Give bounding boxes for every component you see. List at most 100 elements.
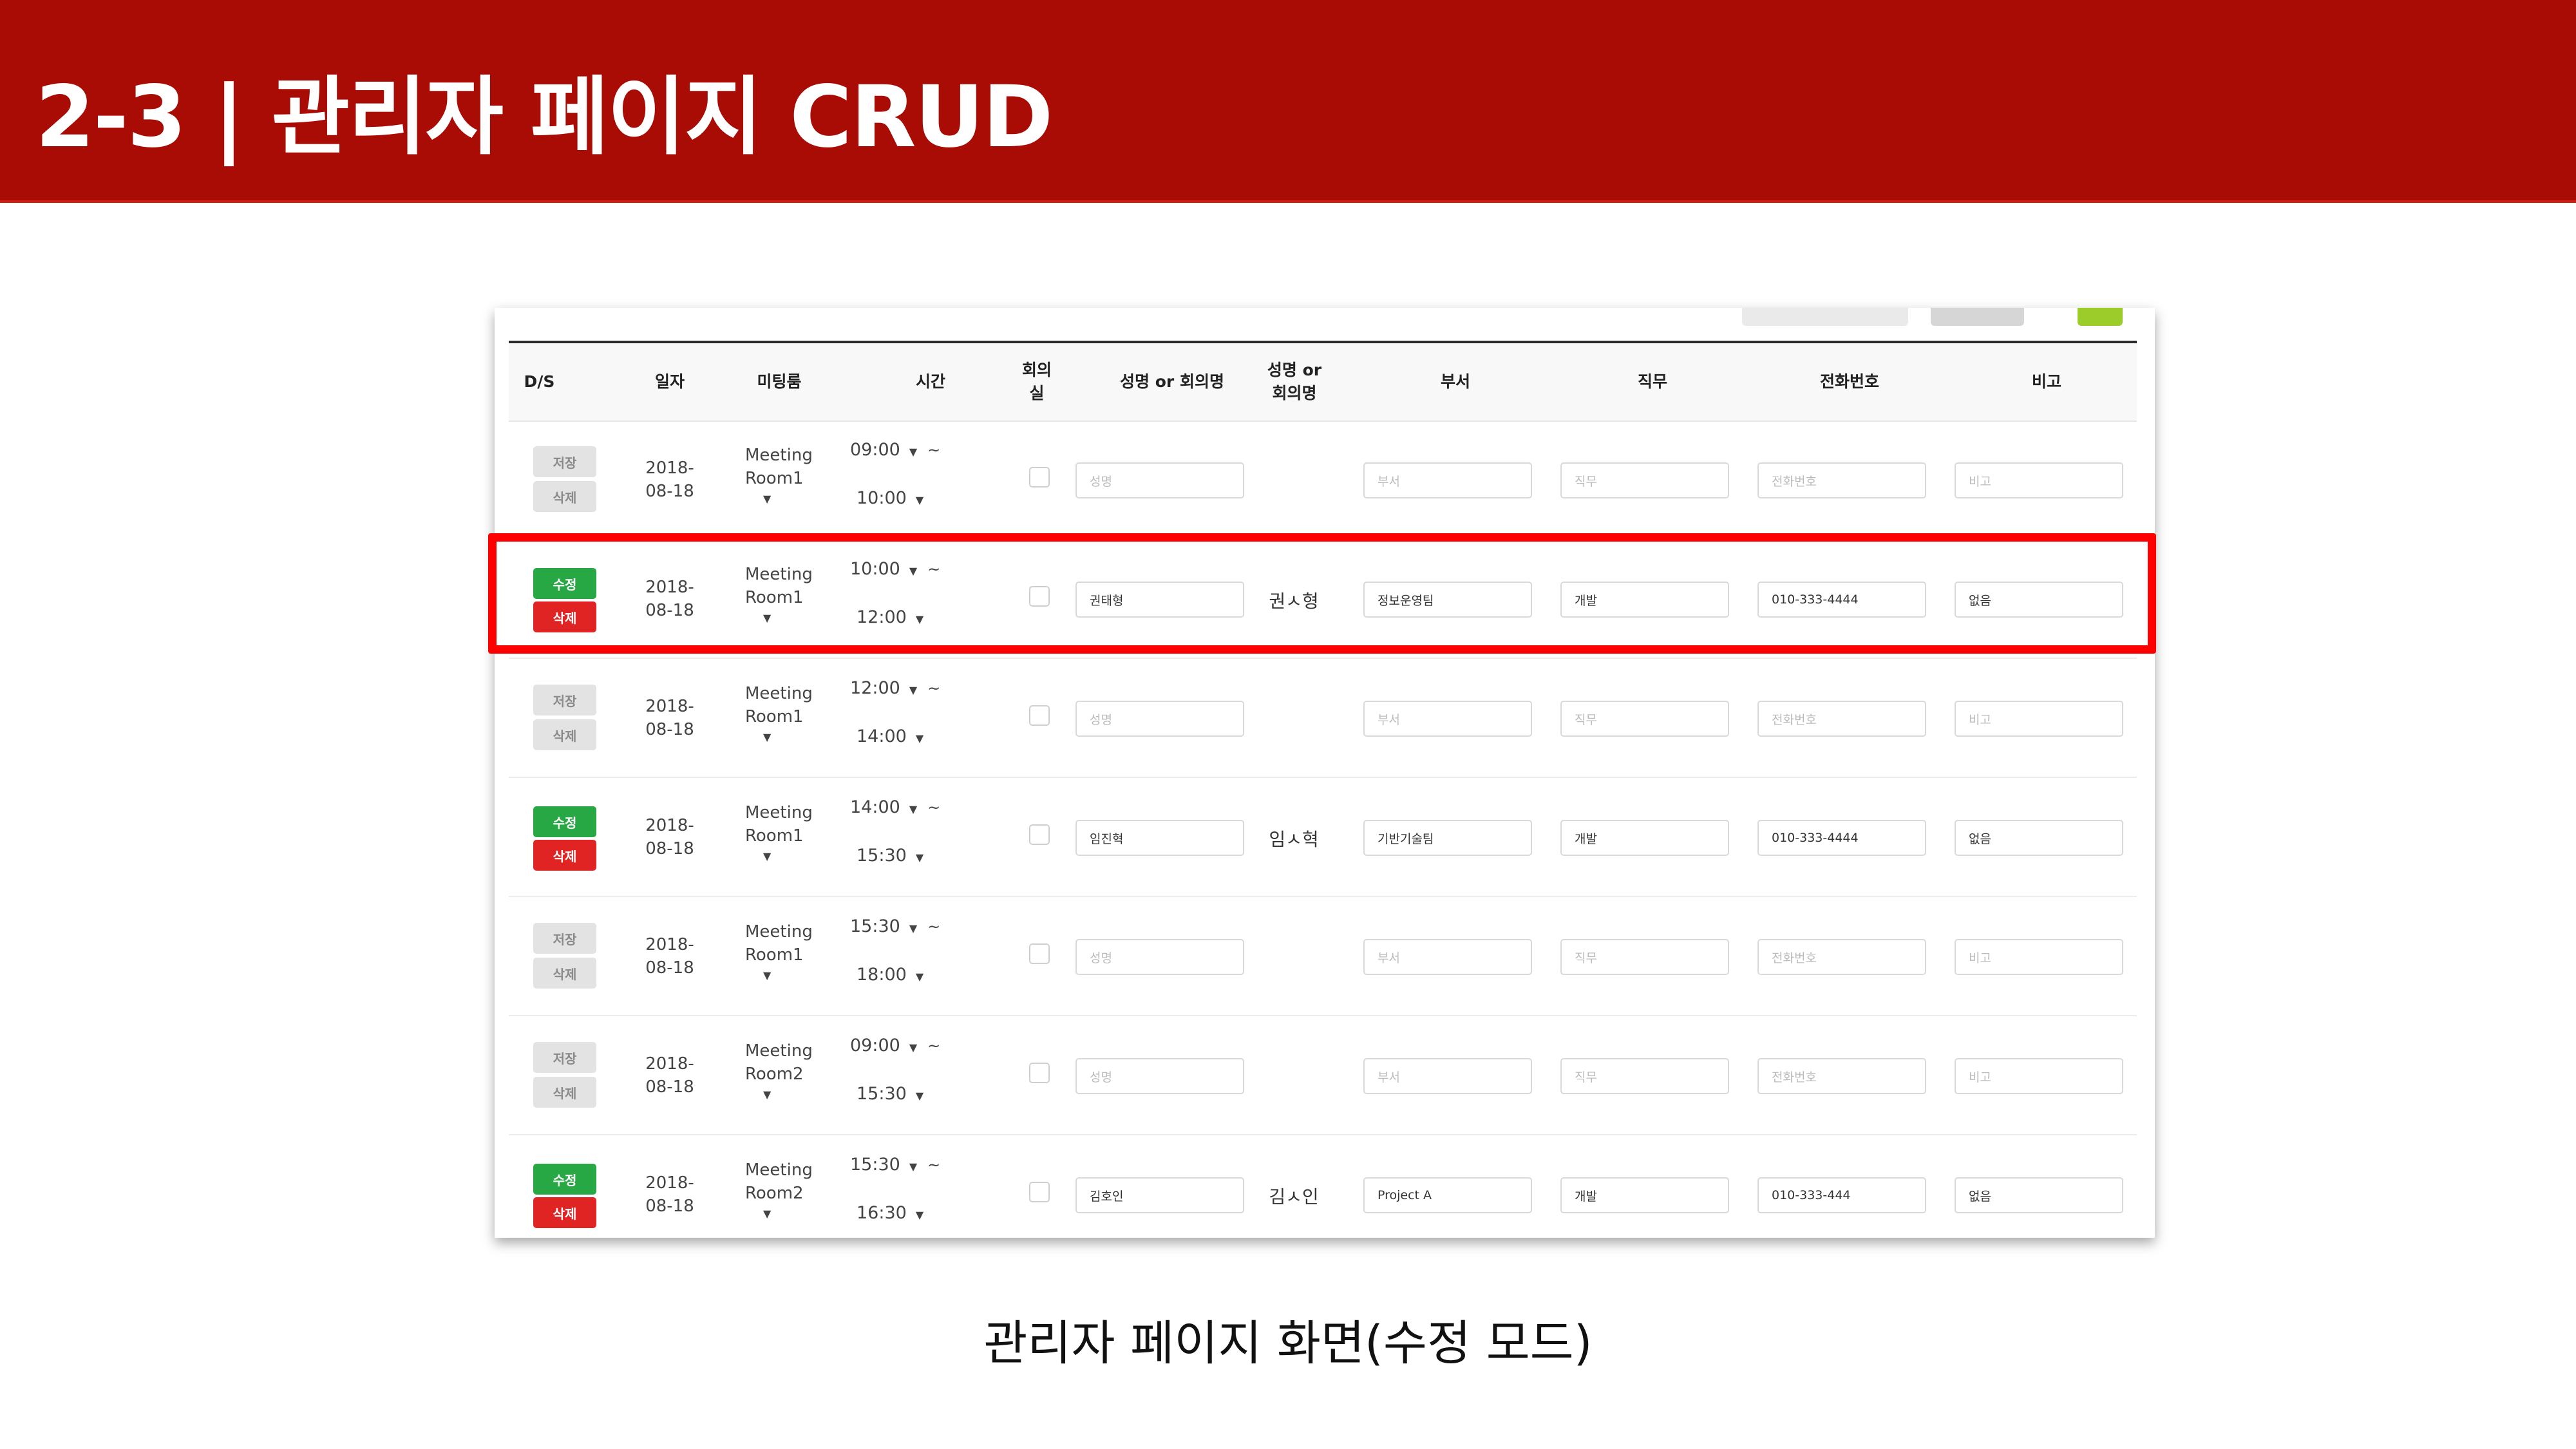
- name-input[interactable]: 성명: [1075, 1058, 1244, 1094]
- delete-button[interactable]: 삭제: [533, 1197, 596, 1228]
- end-time-select[interactable]: 16:30 ▼: [857, 1203, 923, 1223]
- edit-button[interactable]: 수정: [533, 1164, 596, 1195]
- note-input[interactable]: 비고: [1955, 939, 2123, 975]
- name-input[interactable]: 성명: [1075, 701, 1244, 737]
- chevron-down-icon: ▼: [763, 850, 772, 862]
- meeting-room-checkbox[interactable]: [1029, 943, 1050, 964]
- header-name: 성명 or 회의명: [1120, 372, 1224, 391]
- date-cell: 2018- 08-18: [638, 457, 702, 503]
- header-date: 일자: [654, 372, 685, 391]
- meeting-room-checkbox[interactable]: [1029, 467, 1050, 488]
- add-button[interactable]: [2078, 308, 2123, 326]
- title-bar: 2-3 | 관리자 페이지 CRUD: [0, 0, 2576, 203]
- meeting-room-checkbox[interactable]: [1029, 824, 1050, 845]
- dept-input[interactable]: 부서: [1363, 939, 1532, 975]
- chevron-down-icon: ▼: [909, 684, 918, 696]
- note-input[interactable]: 비고: [1955, 701, 2123, 737]
- phone-input[interactable]: 전화번호: [1757, 1058, 1926, 1094]
- date-picker[interactable]: [1742, 308, 1908, 326]
- display-name: 임ㅅ혁: [1269, 829, 1319, 850]
- delete-button[interactable]: 삭제: [533, 481, 596, 512]
- phone-input[interactable]: 010-333-4444: [1757, 820, 1926, 856]
- meeting-room-checkbox[interactable]: [1029, 1063, 1050, 1083]
- dept-input[interactable]: Project A: [1363, 1177, 1532, 1213]
- save-button[interactable]: 저장: [533, 685, 596, 715]
- room-select[interactable]: Meeting Room2 ▼: [745, 1159, 813, 1223]
- note-input[interactable]: 없음: [1955, 820, 2123, 856]
- name-input[interactable]: 김호인: [1075, 1177, 1244, 1213]
- dept-input[interactable]: 부서: [1363, 701, 1532, 737]
- name-input[interactable]: 임진혁: [1075, 820, 1244, 856]
- start-time: 12:00: [850, 678, 900, 698]
- save-button[interactable]: 저장: [533, 923, 596, 954]
- start-time: 15:30: [850, 916, 900, 936]
- slide-caption: 관리자 페이지 화면(수정 모드): [983, 1316, 1593, 1371]
- note-input[interactable]: 없음: [1955, 1177, 2123, 1213]
- date-day: 08-18: [645, 720, 694, 739]
- job-input[interactable]: 개발: [1560, 1177, 1729, 1213]
- job-input[interactable]: 개발: [1560, 820, 1729, 856]
- start-time-select[interactable]: 09:00 ▼ ~: [850, 1036, 940, 1056]
- header-note: 비고: [2031, 372, 2061, 391]
- name-input[interactable]: 성명: [1075, 939, 1244, 975]
- save-button[interactable]: 저장: [533, 1042, 596, 1073]
- room-select[interactable]: Meeting Room2 ▼: [745, 1039, 813, 1104]
- end-time-select[interactable]: 18:00 ▼: [857, 965, 923, 985]
- end-time: 15:30: [857, 1084, 907, 1104]
- header-meeting-room-line1: 회의: [1021, 361, 1052, 379]
- table-row: 저장 삭제 2018- 08-18 Meeting Room1 ▼ 12:00 ▼ ~14:00 ▼…: [509, 659, 2137, 778]
- tilde-separator: ~: [927, 799, 941, 817]
- dept-input[interactable]: 기반기술팀: [1363, 820, 1532, 856]
- name-input[interactable]: 성명: [1075, 462, 1244, 498]
- end-time-select[interactable]: 10:00 ▼: [857, 488, 923, 508]
- tilde-separator: ~: [927, 441, 941, 459]
- start-time-select[interactable]: 15:30 ▼ ~: [850, 916, 940, 936]
- job-input[interactable]: 직무: [1560, 462, 1729, 498]
- delete-button[interactable]: 삭제: [533, 958, 596, 989]
- start-time-select[interactable]: 15:30 ▼ ~: [850, 1155, 940, 1175]
- room-label-2: Room1: [745, 826, 804, 846]
- room-label-1: Meeting: [745, 922, 813, 942]
- job-input[interactable]: 직무: [1560, 1058, 1729, 1094]
- room-select[interactable]: Meeting Room1 ▼: [745, 920, 813, 985]
- phone-input[interactable]: 전화번호: [1757, 701, 1926, 737]
- start-time: 09:00: [850, 1036, 900, 1056]
- edit-button[interactable]: 수정: [533, 806, 596, 837]
- date-year: 2018-: [645, 1173, 694, 1193]
- note-input[interactable]: 비고: [1955, 462, 2123, 498]
- date-cell: 2018- 08-18: [638, 933, 702, 980]
- start-time-select[interactable]: 09:00 ▼ ~: [850, 440, 940, 460]
- end-time-select[interactable]: 15:30 ▼: [857, 1084, 923, 1104]
- delete-button[interactable]: 삭제: [533, 719, 596, 750]
- job-input[interactable]: 직무: [1560, 939, 1729, 975]
- view-toggle[interactable]: [1931, 308, 2024, 326]
- chevron-down-icon: ▼: [763, 731, 772, 743]
- chevron-down-icon: ▼: [763, 1088, 772, 1101]
- end-time-select[interactable]: 15:30 ▼: [857, 846, 923, 866]
- start-time-select[interactable]: 12:00 ▼ ~: [850, 678, 940, 698]
- date-day: 08-18: [645, 839, 694, 858]
- dept-input[interactable]: 부서: [1363, 1058, 1532, 1094]
- dept-input[interactable]: 부서: [1363, 462, 1532, 498]
- save-button[interactable]: 저장: [533, 446, 596, 477]
- end-time-select[interactable]: 14:00 ▼: [857, 726, 923, 746]
- meeting-room-checkbox[interactable]: [1029, 705, 1050, 726]
- note-input[interactable]: 비고: [1955, 1058, 2123, 1094]
- job-input[interactable]: 직무: [1560, 701, 1729, 737]
- room-select[interactable]: Meeting Room1 ▼: [745, 682, 813, 746]
- meeting-room-checkbox[interactable]: [1029, 1182, 1050, 1202]
- date-day: 08-18: [645, 958, 694, 978]
- table-row: 저장삭제 2018- 08-18 Meeting Room1 ▼ 09:00 ▼ ~ 10:00 ▼…: [509, 421, 2137, 540]
- chevron-down-icon: ▼: [909, 803, 918, 815]
- phone-input[interactable]: 전화번호: [1757, 939, 1926, 975]
- phone-input[interactable]: 010-333-444: [1757, 1177, 1926, 1213]
- chevron-down-icon: ▼: [915, 971, 924, 983]
- delete-button[interactable]: 삭제: [533, 1077, 596, 1108]
- phone-input[interactable]: 전화번호: [1757, 462, 1926, 498]
- room-select[interactable]: Meeting Room1 ▼: [745, 801, 813, 866]
- delete-button[interactable]: 삭제: [533, 840, 596, 871]
- room-label-2: Room2: [745, 1184, 804, 1203]
- chevron-down-icon: ▼: [915, 1090, 924, 1102]
- start-time-select[interactable]: 14:00 ▼ ~: [850, 797, 940, 817]
- room-select[interactable]: Meeting Room1 ▼: [745, 444, 813, 508]
